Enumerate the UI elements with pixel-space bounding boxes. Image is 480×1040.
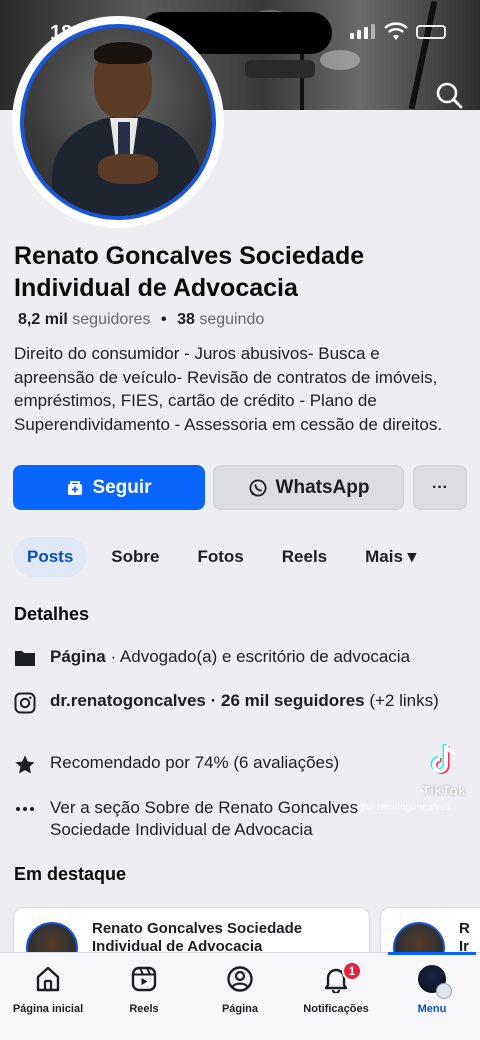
category-label: Página [50, 647, 106, 666]
tiktok-logo-icon [430, 744, 456, 774]
menu-lines-icon [436, 983, 452, 999]
instagram-links[interactable]: (+2 links) [365, 691, 438, 710]
tab-posts[interactable]: Posts [13, 537, 88, 577]
page-profile-icon [192, 963, 288, 995]
cellular-signal-icon [350, 24, 375, 39]
flag-icon [14, 646, 50, 673]
tab-reels[interactable]: Reels [268, 537, 341, 577]
whatsapp-button[interactable]: WhatsApp [213, 465, 404, 510]
tab-mais[interactable]: Mais ▾ [351, 537, 430, 577]
details-heading: Detalhes [14, 604, 90, 624]
more-options-icon: ··· [432, 478, 448, 496]
highlight-title: Renato Goncalves Sociedade Individual de… [92, 920, 303, 955]
active-tab-indicator [388, 952, 476, 955]
detail-category: Página · Advogado(a) e escritório de adv… [14, 646, 474, 673]
nav-reels[interactable]: Reels [96, 963, 192, 1015]
tab-fotos[interactable]: Fotos [183, 537, 257, 577]
stats-separator: • [161, 311, 167, 328]
followers-label: seguidores [72, 311, 151, 328]
following-label: seguindo [199, 311, 265, 328]
tiktok-user: @dr.renatogoncalves [356, 802, 451, 813]
nav-page-label: Página [221, 1003, 259, 1015]
profile-tabs: Posts Sobre Fotos Reels Mais ▾ [13, 537, 440, 577]
nav-notifications[interactable]: 1 Notificações [288, 961, 384, 1015]
whatsapp-icon [249, 479, 267, 496]
bottom-navigation: Página inicial Reels Página 1 Notificaçõ… [0, 952, 480, 1040]
nav-menu-label: Menu [417, 1003, 447, 1015]
wifi-icon [384, 22, 408, 40]
tiktok-brand: TikTok [422, 783, 466, 798]
nav-page[interactable]: Página [192, 963, 288, 1015]
bell-icon: 1 [288, 961, 384, 995]
nav-home[interactable]: Página inicial [0, 963, 96, 1015]
bio-text: Direito do consumidor - Juros abusivos- … [14, 344, 443, 434]
highlights-heading: Em destaque [14, 864, 127, 884]
avatar-photo [20, 24, 216, 220]
reels-icon [96, 963, 192, 995]
instagram-icon [14, 690, 50, 719]
menu-avatar-icon [384, 963, 480, 999]
nav-reels-label: Reels [129, 1003, 159, 1015]
notification-badge: 1 [342, 961, 362, 981]
nav-menu[interactable]: Menu [384, 963, 480, 1015]
category-value: · Advogado(a) e escritório de advocacia [105, 647, 411, 666]
battery-icon [416, 25, 446, 39]
follow-label: Seguir [92, 476, 152, 498]
following-count: 38 [177, 311, 195, 328]
ellipsis-icon [14, 797, 50, 841]
search-icon[interactable] [434, 80, 464, 115]
more-options-button[interactable]: ··· [413, 465, 467, 510]
follow-button[interactable]: Seguir [13, 465, 205, 510]
recommended-text[interactable]: Recomendado por 74% (6 avaliações) [50, 752, 339, 781]
detail-instagram[interactable]: dr.renatogoncalves · 26 mil seguidores (… [14, 690, 474, 719]
nav-home-label: Página inicial [12, 1003, 84, 1015]
home-icon [0, 963, 96, 995]
tiktok-watermark: TikTok @dr.renatogoncalves [356, 742, 472, 813]
star-icon [14, 752, 50, 781]
followers-count: 8,2 mil [18, 311, 68, 328]
highlight-title: R Ir [459, 920, 470, 955]
profile-avatar[interactable] [12, 16, 224, 228]
instagram-handle[interactable]: dr.renatogoncalves · 26 mil seguidores [50, 691, 365, 710]
detail-recommended[interactable]: Recomendado por 74% (6 avaliações) [14, 752, 474, 781]
tab-sobre[interactable]: Sobre [97, 537, 173, 577]
nav-notifications-label: Notificações [303, 1003, 369, 1015]
follow-stats[interactable]: 8,2 mil seguidores • 38 seguindo [18, 311, 264, 329]
page-title: Renato Goncalves Sociedade Individual de… [14, 242, 365, 302]
whatsapp-label: WhatsApp [275, 476, 370, 498]
follow-icon [68, 480, 83, 495]
